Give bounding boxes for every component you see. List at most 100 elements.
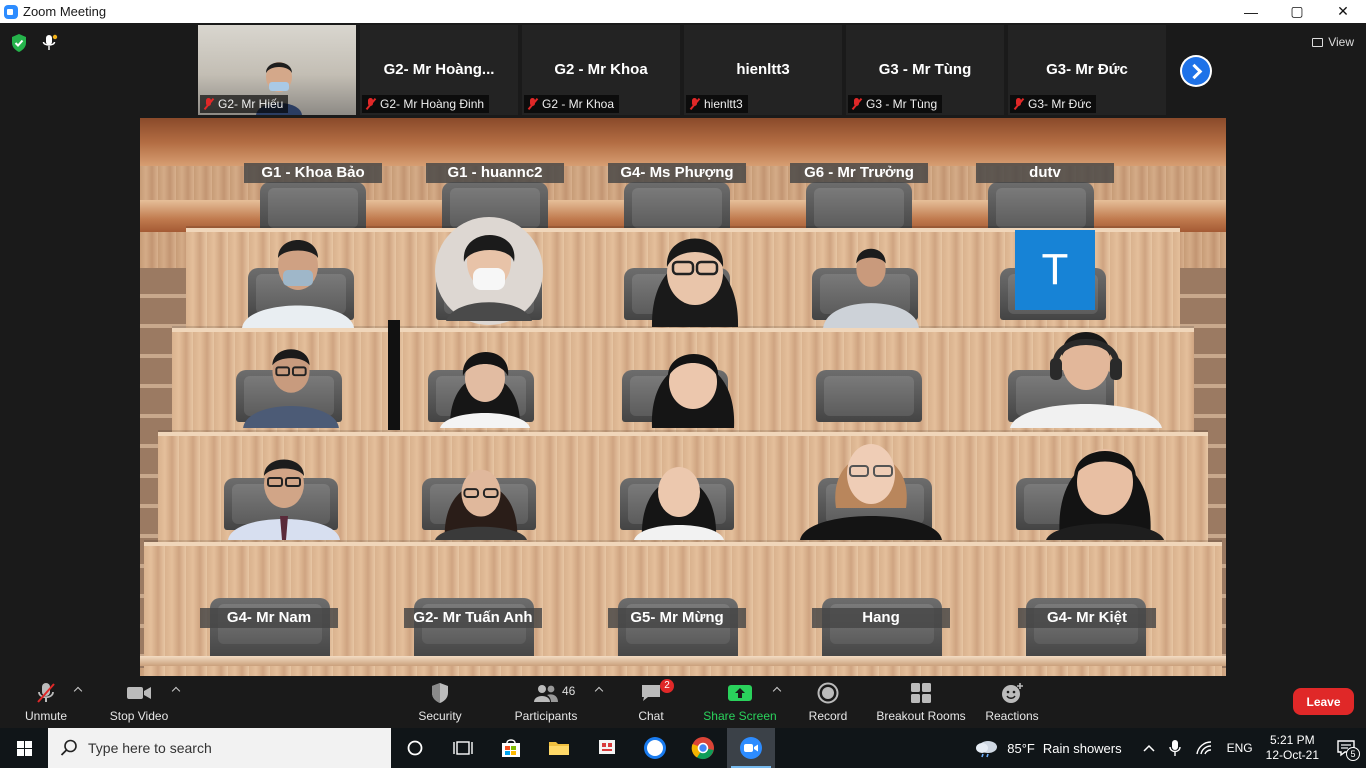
chat-unread-badge: 2 xyxy=(660,679,674,693)
chrome-app[interactable] xyxy=(679,728,727,768)
share-screen-button[interactable]: Share Screen xyxy=(702,680,778,726)
breakout-rooms-icon xyxy=(911,683,931,703)
participant-video-person[interactable] xyxy=(434,216,544,326)
windows-taskbar: Type here to search 85°F Rain showers EN… xyxy=(0,728,1366,768)
record-button[interactable]: Record xyxy=(804,680,852,726)
close-button[interactable]: ✕ xyxy=(1320,0,1366,23)
participant-video-person[interactable] xyxy=(1030,428,1180,540)
seat-name-label: G4- Mr Kiệt xyxy=(1018,608,1156,628)
breakout-rooms-button[interactable]: Breakout Rooms xyxy=(874,680,968,726)
participant-video-person[interactable] xyxy=(236,340,346,428)
record-label: Record xyxy=(808,709,848,723)
record-icon xyxy=(817,682,839,704)
start-button[interactable] xyxy=(0,728,48,768)
participant-name-tag: G2- Mr Hoàng Đinh xyxy=(362,95,490,113)
stop-video-label: Stop Video xyxy=(109,709,169,723)
reactions-smiley-icon xyxy=(1002,683,1023,703)
scene-wall-top xyxy=(140,118,1226,166)
seat-name-label: G4- Ms Phượng xyxy=(608,163,746,183)
participant-name-tag: G3 - Mr Tùng xyxy=(848,95,943,113)
zoom-icon xyxy=(740,737,762,759)
windows-logo-icon xyxy=(16,740,32,756)
security-button[interactable]: Security xyxy=(414,680,466,726)
participant-video-person[interactable] xyxy=(624,450,734,540)
seat-name-label: G1 - huannc2 xyxy=(426,163,564,183)
participant-video-person[interactable] xyxy=(238,228,358,328)
participants-options-caret-icon[interactable] xyxy=(594,686,604,696)
clock-date: 12-Oct-21 xyxy=(1265,748,1319,762)
minimize-button[interactable]: — xyxy=(1228,0,1274,23)
zalo-icon xyxy=(644,737,666,759)
muted-mic-icon xyxy=(1013,98,1024,110)
participant-video-person[interactable] xyxy=(1006,318,1166,428)
participants-button[interactable]: 46 Participants xyxy=(512,680,580,726)
seat xyxy=(806,182,912,234)
participant-video-person[interactable] xyxy=(430,338,540,428)
seat-name-label: G6 - Mr Trưởng xyxy=(790,163,928,183)
reactions-button[interactable]: Reactions xyxy=(984,680,1040,726)
window-controls: — ▢ ✕ xyxy=(1228,0,1366,23)
folder-icon xyxy=(549,742,569,755)
view-button[interactable]: View xyxy=(1312,35,1354,49)
window-title: Zoom Meeting xyxy=(23,4,107,19)
slides-app[interactable] xyxy=(583,728,631,768)
next-page-arrow-icon[interactable] xyxy=(1180,55,1212,87)
cortana-button[interactable] xyxy=(391,728,439,768)
participant-thumbnail[interactable]: G2- Mr Hoàng... G2- Mr Hoàng Đinh xyxy=(360,25,518,115)
leave-button[interactable]: Leave xyxy=(1293,688,1354,715)
zalo-app[interactable] xyxy=(631,728,679,768)
participants-label: Participants xyxy=(514,709,578,723)
encryption-shield-icon[interactable] xyxy=(10,33,28,53)
taskbar-search[interactable]: Type here to search xyxy=(48,728,391,768)
weather-description: Rain showers xyxy=(1042,740,1122,756)
file-explorer-app[interactable] xyxy=(535,728,583,768)
task-view-button[interactable] xyxy=(439,728,487,768)
video-camera-icon xyxy=(127,687,151,699)
chat-label: Chat xyxy=(638,709,664,723)
rain-cloud-icon xyxy=(976,741,998,758)
microphone-tray-icon[interactable] xyxy=(1168,739,1181,757)
participant-video-person[interactable] xyxy=(224,450,344,540)
participant-video-person[interactable] xyxy=(816,240,926,328)
muted-mic-icon xyxy=(851,98,862,110)
seat-name-label: G2- Mr Tuấn Anh xyxy=(404,608,542,628)
language-indicator[interactable]: ENG xyxy=(1227,741,1253,755)
seat xyxy=(988,182,1094,234)
participant-display-name: hienltt3 xyxy=(736,61,790,78)
seat-name-label: G5- Mr Mừng xyxy=(608,608,746,628)
participant-avatar[interactable]: T xyxy=(1015,230,1095,310)
front-ledge xyxy=(140,656,1226,666)
chat-button[interactable]: 2 Chat xyxy=(634,679,674,726)
maximize-button[interactable]: ▢ xyxy=(1274,0,1320,23)
notification-center[interactable]: 5 xyxy=(1336,739,1360,761)
cortana-circle-icon xyxy=(407,740,423,756)
participant-thumbnail[interactable]: hienltt3 hienltt3 xyxy=(684,25,842,115)
participant-name-tag: G2 - Mr Khoa xyxy=(524,95,620,113)
participant-name: G2- Mr Hoàng Đinh xyxy=(380,97,485,111)
wifi-icon[interactable] xyxy=(1195,740,1213,756)
audio-status-icon[interactable] xyxy=(40,33,58,53)
participant-video-person[interactable] xyxy=(640,216,750,328)
clock[interactable]: 5:21 PM 12-Oct-21 xyxy=(1266,733,1319,763)
participant-video-person[interactable] xyxy=(426,452,536,540)
weather-widget[interactable]: 85°F Rain showers xyxy=(975,738,1122,758)
title-bar: Zoom Meeting — ▢ ✕ xyxy=(0,0,1366,23)
audio-options-caret-icon[interactable] xyxy=(73,686,83,696)
stop-video-button[interactable]: Stop Video xyxy=(104,680,174,726)
unmute-button[interactable]: Unmute xyxy=(20,680,72,726)
participant-thumbnail[interactable]: G3- Mr Đức G3- Mr Đức xyxy=(1008,25,1166,115)
zoom-app[interactable] xyxy=(727,728,775,768)
muted-mic-icon xyxy=(689,98,700,110)
search-placeholder: Type here to search xyxy=(88,740,212,756)
participant-video-person[interactable] xyxy=(796,428,946,540)
store-app[interactable] xyxy=(487,728,535,768)
participant-display-name: G3- Mr Đức xyxy=(1046,61,1128,78)
participant-video-person[interactable] xyxy=(638,338,748,428)
participant-thumbnail[interactable]: G3 - Mr Tùng G3 - Mr Tùng xyxy=(846,25,1004,115)
meeting-stage: View G2- Mr Hiếu G2- Mr Hoàng... G2- Mr … xyxy=(0,23,1366,676)
muted-microphone-icon xyxy=(37,683,55,703)
participant-thumbnail[interactable]: G2- Mr Hiếu xyxy=(198,25,356,115)
search-icon xyxy=(60,739,77,756)
tray-overflow-chevron-icon[interactable] xyxy=(1143,743,1155,753)
participant-thumbnail[interactable]: G2 - Mr Khoa G2 - Mr Khoa xyxy=(522,25,680,115)
